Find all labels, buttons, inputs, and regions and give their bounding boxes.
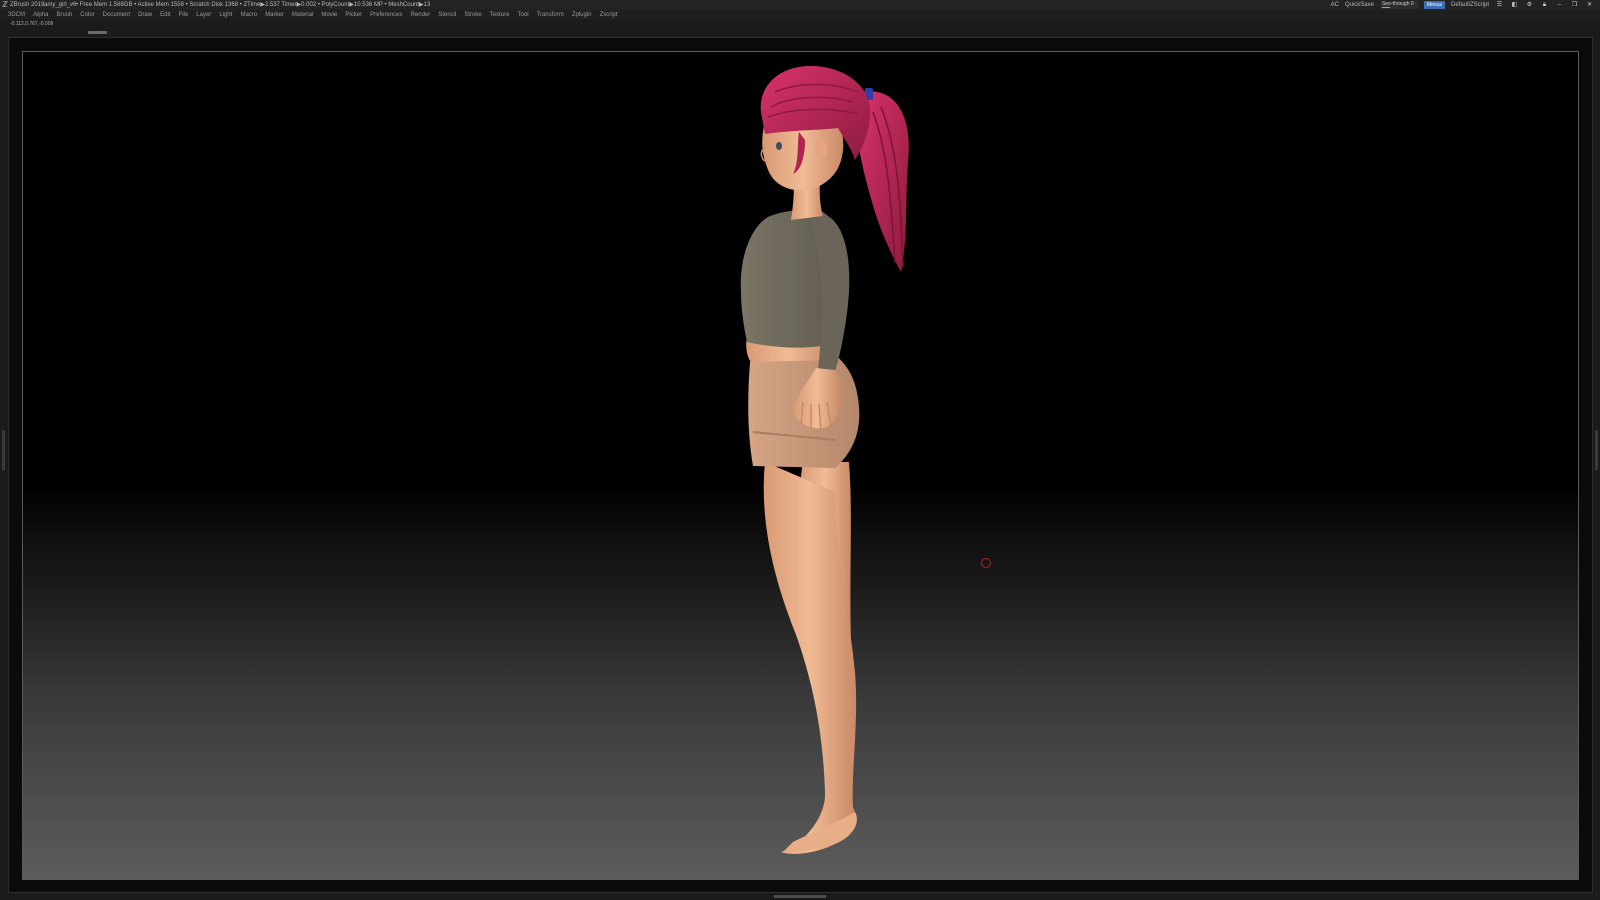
titlebar-controls: AC QuickSave See-through 0 Menus Default… bbox=[1331, 0, 1594, 10]
menu-movie[interactable]: Movie bbox=[321, 10, 337, 20]
draw-cursor-icon bbox=[981, 558, 991, 568]
menu-zscript[interactable]: Zscript bbox=[600, 10, 618, 20]
settings-icon[interactable]: ⚙ bbox=[1525, 1, 1534, 9]
menu-color[interactable]: Color bbox=[80, 10, 94, 20]
menu-tool[interactable]: Tool bbox=[518, 10, 529, 20]
viewport-canvas[interactable] bbox=[22, 51, 1579, 880]
default-zscript-button[interactable]: DefaultZScript bbox=[1451, 0, 1489, 10]
cursor-coordinates: -0.112,0.767,-0.009 bbox=[10, 21, 54, 27]
menu-preferences[interactable]: Preferences bbox=[370, 10, 402, 20]
main-menubar: 3DCM Alpha Brush Color Document Draw Edi… bbox=[0, 10, 1600, 20]
memory-stats: • Free Mem 1.568GB • Active Mem 1558 • S… bbox=[76, 2, 431, 8]
left-tray-toggle[interactable] bbox=[2, 430, 5, 470]
menu-picker[interactable]: Picker bbox=[345, 10, 362, 20]
ear bbox=[815, 141, 827, 159]
menu-stencil[interactable]: Stencil bbox=[438, 10, 456, 20]
menu-alpha[interactable]: Alpha bbox=[33, 10, 48, 20]
app-title: ZBrush 2019 bbox=[10, 2, 45, 8]
menu-layer[interactable]: Layer bbox=[196, 10, 211, 20]
title-bar: ℤ ZBrush 2019 amy_girl_v6 • Free Mem 1.5… bbox=[0, 0, 1600, 10]
see-through-slider[interactable]: See-through 0 bbox=[1379, 1, 1418, 9]
menus-button[interactable]: Menus bbox=[1423, 1, 1445, 9]
menu-material[interactable]: Material bbox=[292, 10, 313, 20]
menu-light[interactable]: Light bbox=[219, 10, 232, 20]
menu-document[interactable]: Document bbox=[103, 10, 130, 20]
menu-brush[interactable]: Brush bbox=[57, 10, 73, 20]
restore-icon[interactable]: ❐ bbox=[1570, 1, 1579, 9]
layout-icon[interactable]: ☰ bbox=[1495, 1, 1504, 9]
ac-button[interactable]: AC bbox=[1331, 0, 1339, 10]
character-model bbox=[740, 65, 909, 854]
zbrush-logo-icon: ℤ bbox=[2, 0, 8, 9]
menu-draw[interactable]: Draw bbox=[138, 10, 152, 20]
eye bbox=[776, 142, 782, 150]
lock-icon[interactable]: 🔒︎ bbox=[1540, 1, 1549, 9]
menu-texture[interactable]: Texture bbox=[490, 10, 510, 20]
right-tray-toggle[interactable] bbox=[1595, 430, 1598, 470]
close-icon[interactable]: ✕ bbox=[1585, 1, 1594, 9]
menu-edit[interactable]: Edit bbox=[160, 10, 170, 20]
menu-marker[interactable]: Marker bbox=[265, 10, 284, 20]
menu-transform[interactable]: Transform bbox=[537, 10, 564, 20]
palette-icon[interactable]: ◧ bbox=[1510, 1, 1519, 9]
minimize-icon[interactable]: – bbox=[1555, 1, 1564, 9]
quicksave-button[interactable]: QuickSave bbox=[1345, 0, 1374, 10]
file-name: amy_girl_v6 bbox=[44, 2, 77, 8]
bottom-tray-handle[interactable] bbox=[774, 895, 826, 898]
tray-scroll-handle[interactable] bbox=[88, 31, 107, 34]
menu-3dcm[interactable]: 3DCM bbox=[8, 10, 25, 20]
menu-macro[interactable]: Macro bbox=[240, 10, 257, 20]
menu-zplugin[interactable]: Zplugin bbox=[572, 10, 592, 20]
menu-file[interactable]: File bbox=[179, 10, 189, 20]
see-through-bar bbox=[1381, 7, 1390, 8]
menu-stroke[interactable]: Stroke bbox=[464, 10, 481, 20]
menu-render[interactable]: Render bbox=[411, 10, 431, 20]
